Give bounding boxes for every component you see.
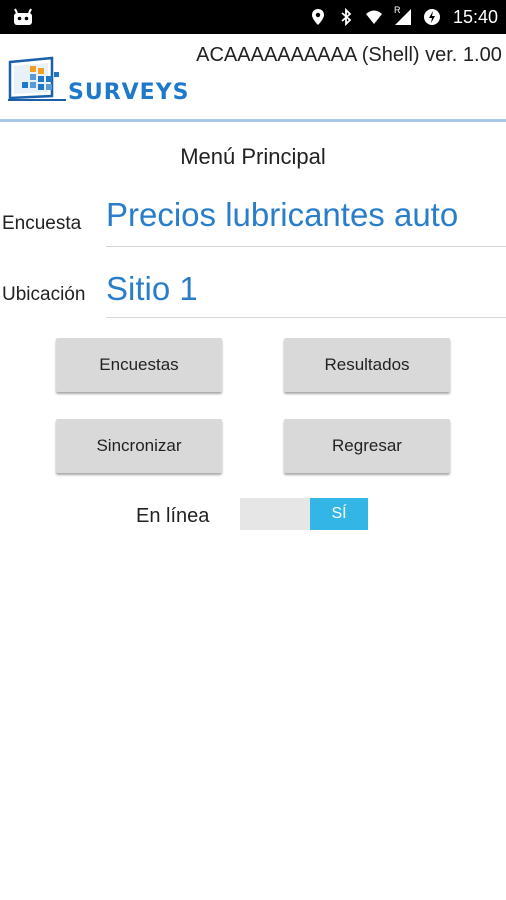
surveys-button[interactable]: Encuestas <box>56 338 222 392</box>
data-saver-icon <box>423 9 440 25</box>
roaming-indicator: R <box>393 5 401 15</box>
online-toggle[interactable]: SÍ <box>240 498 368 530</box>
clock: 15:40 <box>452 6 498 27</box>
online-label: En línea <box>136 505 210 527</box>
location-icon <box>311 9 324 25</box>
android-icon <box>14 8 32 25</box>
sync-button[interactable]: Sincronizar <box>56 419 222 473</box>
survey-value[interactable]: Precios lubricantes auto <box>106 196 506 234</box>
location-value[interactable]: Sitio 1 <box>106 270 506 308</box>
logo-text: SURVEYS <box>68 80 190 105</box>
status-bar: R 15:40 <box>0 0 506 34</box>
back-button[interactable]: Regresar <box>284 419 450 473</box>
app-title: ACAAAAAAAAAA (Shell) ver. 1.00 <box>196 44 502 66</box>
survey-label: Encuesta <box>2 213 82 234</box>
header-divider <box>0 119 506 122</box>
location-underline <box>106 317 506 318</box>
bluetooth-icon <box>341 8 352 26</box>
wifi-icon <box>365 10 382 24</box>
signal-roaming-icon: R <box>393 5 413 26</box>
online-toggle-thumb[interactable]: SÍ <box>310 498 368 530</box>
page-title: Menú Principal <box>180 144 326 169</box>
location-label: Ubicación <box>2 284 86 305</box>
survey-underline <box>106 246 506 247</box>
results-button[interactable]: Resultados <box>284 338 450 392</box>
